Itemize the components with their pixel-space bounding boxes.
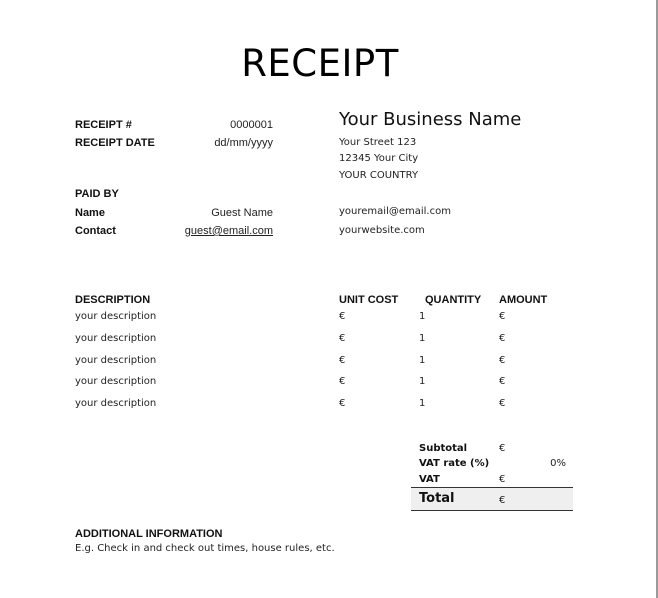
receipt-date-label: RECEIPT DATE bbox=[75, 137, 155, 149]
row-amount: € bbox=[499, 376, 506, 387]
row-amount: € bbox=[499, 398, 506, 409]
paid-by-heading: PAID BY bbox=[75, 188, 119, 200]
row-quantity: 1 bbox=[419, 333, 426, 344]
row-amount: € bbox=[499, 311, 506, 322]
row-unit-cost: € bbox=[339, 398, 346, 409]
vat-value: € bbox=[499, 474, 506, 485]
receipt-number-value: 0000001 bbox=[230, 119, 273, 131]
paid-by-name-value: Guest Name bbox=[211, 207, 273, 219]
business-website: yourwebsite.com bbox=[339, 225, 425, 236]
row-quantity: 1 bbox=[419, 311, 426, 322]
business-country: YOUR COUNTRY bbox=[339, 170, 419, 181]
row-amount: € bbox=[499, 355, 506, 366]
row-quantity: 1 bbox=[419, 355, 426, 366]
row-description: your description bbox=[75, 333, 157, 344]
business-email: youremail@email.com bbox=[339, 206, 451, 217]
vat-label: VAT bbox=[419, 474, 440, 485]
business-city: 12345 Your City bbox=[339, 153, 419, 164]
row-description: your description bbox=[75, 311, 157, 322]
row-description: your description bbox=[75, 376, 157, 387]
paid-by-contact-link[interactable]: guest@email.com bbox=[160, 225, 273, 237]
row-description: your description bbox=[75, 398, 157, 409]
total-label: Total bbox=[419, 491, 455, 506]
vat-rate-value: 0% bbox=[550, 458, 566, 469]
additional-info-text: E.g. Check in and check out times, house… bbox=[75, 543, 335, 554]
row-amount: € bbox=[499, 333, 506, 344]
subtotal-label: Subtotal bbox=[419, 443, 468, 454]
receipt-title: RECEIPT bbox=[241, 42, 399, 85]
column-header-unit-cost: UNIT COST bbox=[339, 294, 399, 306]
receipt-date-value: dd/mm/yyyy bbox=[214, 137, 273, 149]
column-header-quantity: QUANTITY bbox=[425, 294, 482, 306]
column-header-description: DESCRIPTION bbox=[75, 294, 151, 306]
receipt-page: RECEIPT RECEIPT # 0000001 RECEIPT DATE d… bbox=[0, 0, 658, 598]
business-street: Your Street 123 bbox=[339, 137, 417, 148]
paid-by-name-label: Name bbox=[75, 207, 105, 219]
row-unit-cost: € bbox=[339, 333, 346, 344]
subtotal-value: € bbox=[499, 443, 506, 454]
row-quantity: 1 bbox=[419, 398, 426, 409]
row-unit-cost: € bbox=[339, 355, 346, 366]
row-unit-cost: € bbox=[339, 311, 346, 322]
receipt-number-label: RECEIPT # bbox=[75, 119, 132, 131]
total-value: € bbox=[499, 495, 506, 506]
column-header-amount: AMOUNT bbox=[499, 294, 548, 306]
business-name: Your Business Name bbox=[339, 109, 522, 130]
row-unit-cost: € bbox=[339, 376, 346, 387]
paid-by-contact-label: Contact bbox=[75, 225, 116, 237]
row-quantity: 1 bbox=[419, 376, 426, 387]
row-description: your description bbox=[75, 355, 157, 366]
vat-rate-label: VAT rate (%) bbox=[419, 458, 490, 469]
additional-info-heading: ADDITIONAL INFORMATION bbox=[75, 528, 223, 540]
